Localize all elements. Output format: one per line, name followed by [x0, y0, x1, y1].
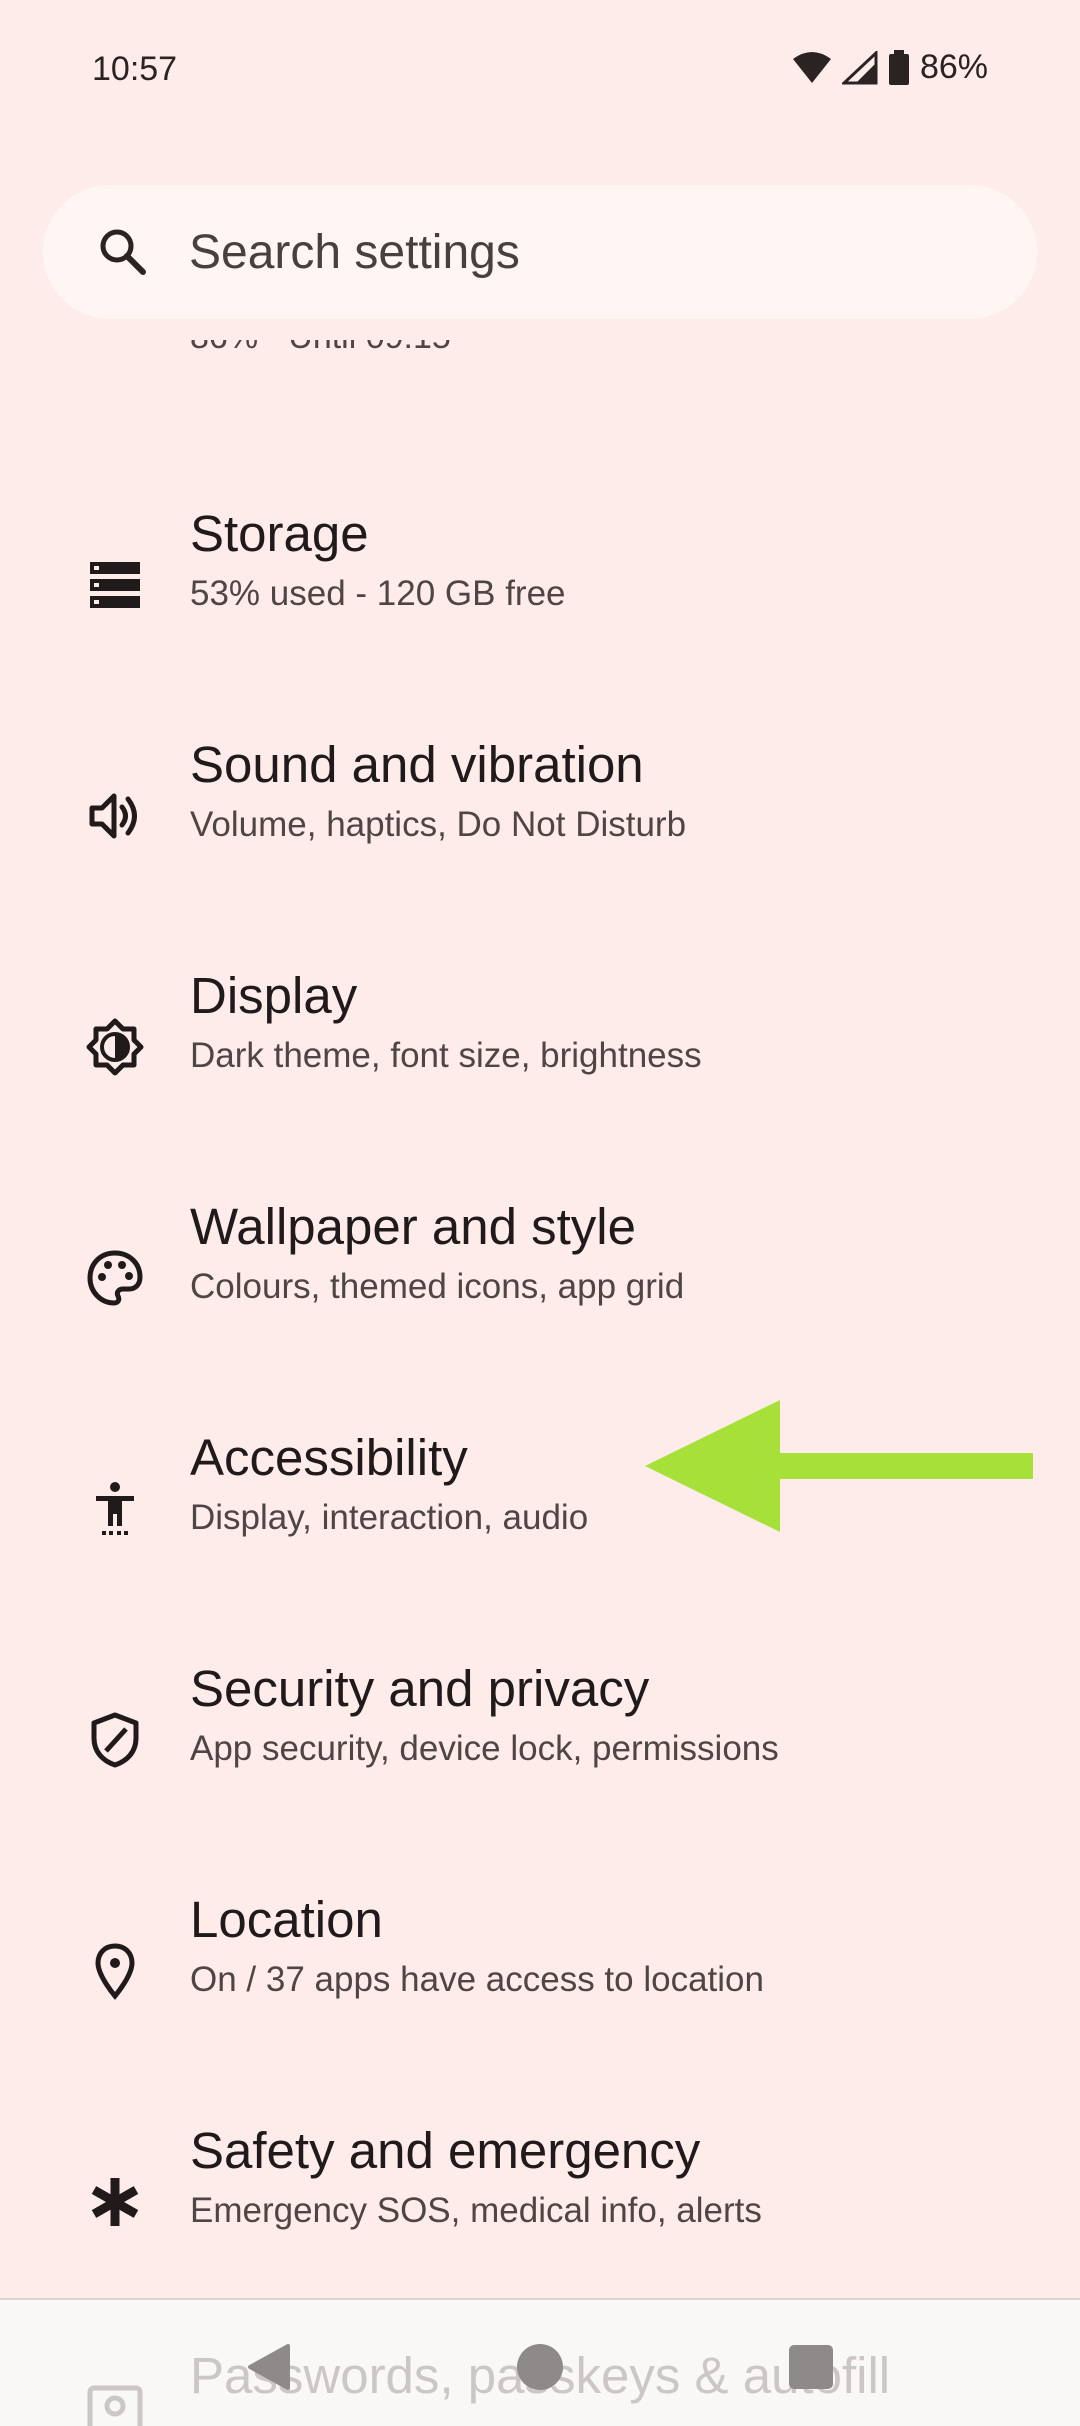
clipped-previous-subtitle: 86% - Until 09:15: [190, 340, 890, 357]
storage-icon: [90, 562, 140, 608]
settings-item-wallpaper[interactable]: Wallpaper and style Colours, themed icon…: [0, 1173, 1080, 1403]
settings-item-title: Security and privacy: [190, 1660, 650, 1717]
search-bar[interactable]: Search settings: [43, 185, 1037, 319]
settings-item-subtitle: Dark theme, font size, brightness: [190, 1036, 702, 1075]
settings-item-title: Storage: [190, 505, 369, 562]
settings-item-subtitle: Volume, haptics, Do Not Disturb: [190, 805, 687, 844]
wifi-icon: [792, 51, 831, 83]
search-icon: [100, 229, 146, 275]
annotation-arrow: [645, 1400, 1033, 1532]
settings-item-display[interactable]: Display Dark theme, font size, brightnes…: [0, 942, 1080, 1172]
shield-icon: [91, 1712, 139, 1768]
settings-item-subtitle: Display, interaction, audio: [190, 1498, 589, 1537]
settings-item-location[interactable]: Location On / 37 apps have access to loc…: [0, 1866, 1080, 2096]
settings-item-title: Location: [190, 1891, 383, 1948]
settings-item-subtitle: Colours, themed icons, app grid: [190, 1267, 685, 1306]
volume-icon: [89, 793, 137, 839]
status-bar: 10:57 86%: [0, 0, 1080, 140]
settings-item-title: Sound and vibration: [190, 736, 644, 793]
navigation-bar: Passwords, passkeys & autofill: [0, 2298, 1080, 2426]
recents-icon[interactable]: [786, 2342, 836, 2392]
settings-item-subtitle: App security, device lock, permissions: [190, 1729, 779, 1768]
accessibility-icon: [96, 1482, 134, 1535]
settings-item-safety[interactable]: Safety and emergency Emergency SOS, medi…: [0, 2097, 1080, 2327]
settings-item-sound[interactable]: Sound and vibration Volume, haptics, Do …: [0, 711, 1080, 941]
back-icon[interactable]: [244, 2342, 294, 2392]
settings-item-subtitle: 53% used - 120 GB free: [190, 574, 566, 613]
location-pin-icon: [95, 1943, 135, 2000]
battery-icon: [888, 49, 909, 85]
status-icons: 86%: [792, 48, 988, 87]
settings-item-storage[interactable]: Storage 53% used - 120 GB free: [0, 480, 1080, 710]
clipped-previous-item[interactable]: 86% - Until 09:15: [190, 340, 890, 380]
settings-item-security[interactable]: Security and privacy App security, devic…: [0, 1635, 1080, 1865]
palette-icon: [87, 1250, 143, 1306]
asterisk-icon: [91, 2178, 139, 2226]
brightness-icon: [86, 1018, 144, 1076]
search-placeholder: Search settings: [189, 225, 520, 279]
cell-signal-icon: [841, 50, 878, 84]
home-icon[interactable]: [515, 2342, 565, 2392]
settings-item-title: Wallpaper and style: [190, 1198, 637, 1255]
settings-item-title: Safety and emergency: [190, 2122, 701, 2179]
settings-item-subtitle: On / 37 apps have access to location: [190, 1960, 764, 1999]
settings-item-subtitle: Emergency SOS, medical info, alerts: [190, 2191, 762, 2230]
settings-item-title: Accessibility: [190, 1429, 468, 1486]
settings-item-title: Display: [190, 967, 358, 1024]
account-box-icon: [87, 2385, 143, 2426]
status-time: 10:57: [92, 50, 178, 88]
battery-percentage: 86%: [919, 48, 988, 86]
